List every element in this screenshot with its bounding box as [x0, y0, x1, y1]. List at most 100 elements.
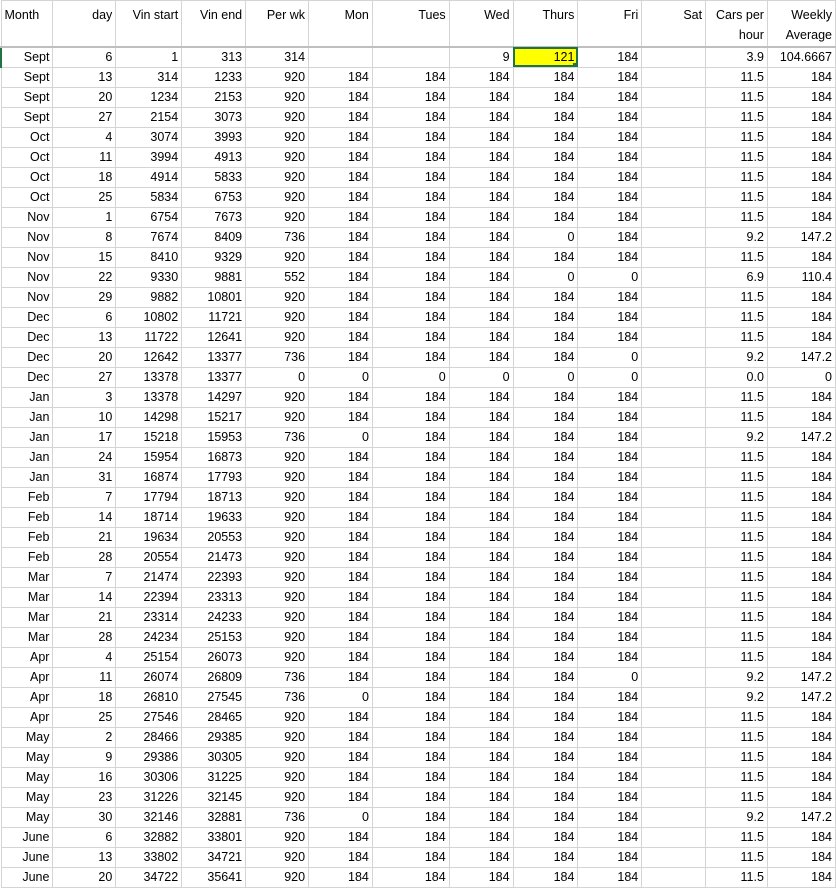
- cell-cars-per-hour[interactable]: 11.5: [705, 706, 768, 728]
- cell-wed[interactable]: 184: [448, 406, 514, 428]
- cell-thurs[interactable]: 184: [512, 246, 579, 268]
- cell-cars-per-hour[interactable]: 11.5: [705, 866, 768, 888]
- cell-weekly-average[interactable]: 147.2: [766, 806, 836, 828]
- cell-weekly-average[interactable]: 184: [766, 406, 836, 428]
- cell-day[interactable]: 23: [52, 786, 117, 808]
- cell-cars-per-hour[interactable]: 6.9: [705, 266, 768, 288]
- cell-weekly-average[interactable]: 184: [766, 66, 836, 88]
- cell-sat[interactable]: [641, 566, 707, 588]
- cell-fri[interactable]: 184: [577, 45, 643, 68]
- cell-sat[interactable]: [641, 846, 707, 868]
- cell-day[interactable]: 2: [52, 726, 117, 748]
- cell-weekly-average[interactable]: 147.2: [766, 226, 836, 248]
- cell-sat[interactable]: [641, 206, 707, 228]
- cell-fri[interactable]: 0: [577, 266, 643, 288]
- cell-per-wk[interactable]: 920: [245, 646, 310, 668]
- cell-per-wk[interactable]: 920: [245, 586, 310, 608]
- cell-day[interactable]: 21: [52, 526, 117, 548]
- cell-vin-end[interactable]: 31225: [181, 766, 247, 788]
- cell-per-wk[interactable]: 0: [245, 366, 310, 388]
- cell-vin-start[interactable]: 9882: [115, 286, 183, 308]
- cell-vin-end[interactable]: 33801: [181, 826, 247, 848]
- cell-vin-end[interactable]: 34721: [181, 846, 247, 868]
- cell-vin-end[interactable]: 5833: [181, 166, 247, 188]
- cell-thurs[interactable]: 184: [512, 206, 579, 228]
- cell-mon[interactable]: 184: [308, 546, 373, 568]
- cell-per-wk[interactable]: 920: [245, 746, 310, 768]
- cell-mon[interactable]: 184: [308, 326, 373, 348]
- cell-mon[interactable]: 184: [308, 106, 373, 128]
- cell-vin-end[interactable]: 26809: [181, 666, 247, 688]
- cell-per-wk[interactable]: 736: [245, 226, 310, 248]
- cell-vin-end[interactable]: 313: [181, 45, 247, 68]
- cell-wed[interactable]: 184: [448, 206, 514, 228]
- cell-weekly-average[interactable]: 184: [766, 286, 836, 308]
- cell-thurs[interactable]: 184: [512, 386, 579, 408]
- cell-thurs[interactable]: 184: [512, 686, 579, 708]
- cell-mon[interactable]: 184: [308, 646, 373, 668]
- cell-weekly-average[interactable]: 184: [766, 726, 836, 748]
- cell-per-wk[interactable]: 920: [245, 146, 310, 168]
- cell-wed[interactable]: 184: [448, 626, 514, 648]
- cell-sat[interactable]: [641, 126, 707, 148]
- cell-per-wk[interactable]: 736: [245, 426, 310, 448]
- cell-month[interactable]: Apr: [0, 686, 54, 708]
- cell-fri[interactable]: 184: [577, 686, 643, 708]
- cell-thurs[interactable]: 184: [512, 566, 579, 588]
- cell-cars-per-hour[interactable]: 11.5: [705, 746, 768, 768]
- cell-fri[interactable]: 184: [577, 646, 643, 668]
- cell-tues[interactable]: 184: [371, 106, 450, 128]
- cell-cars-per-hour[interactable]: 11.5: [705, 566, 768, 588]
- cell-per-wk[interactable]: 314: [245, 45, 310, 68]
- header-cell-mon[interactable]: Mon: [308, 0, 373, 47]
- cell-month[interactable]: Oct: [0, 146, 54, 168]
- cell-sat[interactable]: [641, 806, 707, 828]
- header-cell-day[interactable]: day: [52, 0, 117, 47]
- cell-tues[interactable]: 184: [371, 306, 450, 328]
- cell-fri[interactable]: 184: [577, 226, 643, 248]
- cell-vin-end[interactable]: 32881: [181, 806, 247, 828]
- cell-vin-end[interactable]: 7673: [181, 206, 247, 228]
- cell-per-wk[interactable]: 920: [245, 326, 310, 348]
- cell-month[interactable]: May: [0, 746, 54, 768]
- cell-vin-end[interactable]: 32145: [181, 786, 247, 808]
- cell-thurs[interactable]: 184: [512, 746, 579, 768]
- cell-weekly-average[interactable]: 184: [766, 186, 836, 208]
- cell-wed[interactable]: 184: [448, 186, 514, 208]
- cell-fri[interactable]: 184: [577, 146, 643, 168]
- cell-per-wk[interactable]: 736: [245, 666, 310, 688]
- cell-sat[interactable]: [641, 426, 707, 448]
- cell-wed[interactable]: 184: [448, 726, 514, 748]
- cell-sat[interactable]: [641, 466, 707, 488]
- cell-cars-per-hour[interactable]: 9.2: [705, 226, 768, 248]
- cell-thurs[interactable]: 184: [512, 506, 579, 528]
- cell-month[interactable]: Mar: [0, 606, 54, 628]
- cell-sat[interactable]: [641, 786, 707, 808]
- cell-weekly-average[interactable]: 184: [766, 466, 836, 488]
- cell-tues[interactable]: 184: [371, 166, 450, 188]
- cell-thurs[interactable]: 184: [512, 326, 579, 348]
- cell-sat[interactable]: [641, 526, 707, 548]
- cell-wed[interactable]: 184: [448, 766, 514, 788]
- cell-cars-per-hour[interactable]: 11.5: [705, 206, 768, 228]
- cell-vin-end[interactable]: 15217: [181, 406, 247, 428]
- cell-sat[interactable]: [641, 366, 707, 388]
- cell-vin-end[interactable]: 4913: [181, 146, 247, 168]
- cell-wed[interactable]: 184: [448, 426, 514, 448]
- cell-vin-start[interactable]: 17794: [115, 486, 183, 508]
- cell-per-wk[interactable]: 920: [245, 506, 310, 528]
- cell-per-wk[interactable]: 920: [245, 86, 310, 108]
- cell-vin-start[interactable]: 1234: [115, 86, 183, 108]
- cell-cars-per-hour[interactable]: 11.5: [705, 526, 768, 548]
- cell-tues[interactable]: 184: [371, 606, 450, 628]
- cell-per-wk[interactable]: 920: [245, 766, 310, 788]
- cell-vin-end[interactable]: 17793: [181, 466, 247, 488]
- cell-vin-start[interactable]: 3074: [115, 126, 183, 148]
- cell-weekly-average[interactable]: 184: [766, 106, 836, 128]
- cell-vin-start[interactable]: 27546: [115, 706, 183, 728]
- cell-per-wk[interactable]: 920: [245, 106, 310, 128]
- cell-vin-end[interactable]: 23313: [181, 586, 247, 608]
- cell-fri[interactable]: 184: [577, 786, 643, 808]
- cell-wed[interactable]: 184: [448, 606, 514, 628]
- cell-month[interactable]: Nov: [0, 286, 54, 308]
